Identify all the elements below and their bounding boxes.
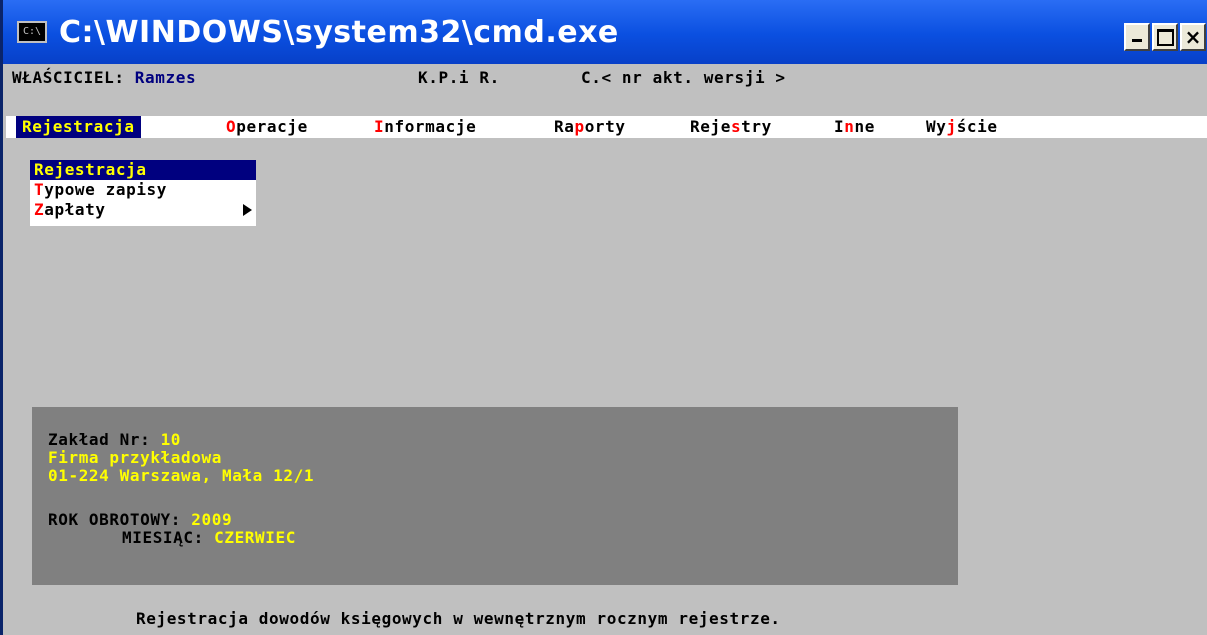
hotkey: Z [34, 200, 45, 219]
submenu-rejestracja: Rejestracja Typowe zapisy Zapłaty [30, 160, 256, 226]
firm-name: Firma przykładowa [48, 448, 222, 467]
hotkey: s [730, 117, 742, 136]
month-line: MIESIĄC: CZERWIEC [122, 528, 296, 547]
year-label: ROK OBROTOWY: [48, 510, 192, 529]
owner-value: Ramzes [134, 68, 197, 87]
menu-label-pre: I [834, 117, 845, 136]
hotkey: p [574, 117, 585, 136]
menu-label: peracje [236, 117, 308, 136]
title-bar[interactable]: C:\ C:\WINDOWS\system32\cmd.exe × [3, 0, 1207, 64]
menu-rejestry[interactable]: Rejestry [690, 116, 772, 138]
window-controls: × [1124, 23, 1206, 51]
zaklad-value: 10 [160, 430, 182, 449]
console-window: C:\ C:\WINDOWS\system32\cmd.exe × WŁAŚCI… [0, 0, 1207, 635]
zaklad-label: Zakład Nr: [48, 430, 161, 449]
app-name: K.P.i R. [418, 68, 500, 87]
minimize-icon [1132, 38, 1142, 42]
hotkey: R [34, 160, 45, 179]
submenu-arrow-icon [243, 204, 252, 216]
submenu-item-typowe-zapisy[interactable]: Typowe zapisy [30, 180, 256, 200]
year-line: ROK OBROTOWY: 2009 [48, 510, 232, 529]
menu-label: try [741, 117, 772, 136]
submenu-label: ejestracja [44, 160, 147, 179]
hotkey: O [226, 117, 237, 136]
status-text: Rejestracja dowodów księgowych w wewnętr… [136, 609, 781, 628]
menu-wyjscie[interactable]: Wyjście [926, 116, 998, 138]
month-label: MIESIĄC: [122, 528, 215, 547]
menu-label: ne [854, 117, 875, 136]
submenu-item-rejestracja[interactable]: Rejestracja [30, 160, 256, 180]
menu-operacje[interactable]: Operacje [226, 116, 308, 138]
owner-line: WŁAŚCICIEL: Ramzes [12, 68, 196, 87]
zaklad-line: Zakład Nr: 10 [48, 430, 181, 449]
maximize-button[interactable] [1152, 23, 1178, 51]
submenu-label: apłaty [44, 200, 106, 219]
close-icon: × [1184, 25, 1202, 49]
hotkey: I [374, 117, 385, 136]
year-value: 2009 [191, 510, 233, 529]
console-app-icon[interactable]: C:\ [17, 21, 47, 43]
menu-raporty[interactable]: Raporty [554, 116, 626, 138]
menu-label: ejestracja [32, 117, 135, 136]
company-info-panel: Zakład Nr: 10 Firma przykładowa 01-224 W… [32, 407, 958, 585]
main-menu-bar: Rejestracja Operacje Informacje Raporty … [6, 116, 1207, 138]
menu-label-pre: Ra [554, 117, 575, 136]
maximize-icon [1156, 28, 1174, 46]
console-area: WŁAŚCICIEL: Ramzes K.P.i R. C.< nr akt. … [6, 64, 1207, 635]
firm-address: 01-224 Warszawa, Mała 12/1 [48, 466, 315, 485]
submenu-item-zaplaty[interactable]: Zapłaty [30, 200, 256, 220]
menu-rejestracja[interactable]: Rejestracja [16, 116, 141, 138]
close-button[interactable]: × [1180, 23, 1206, 51]
window-title: C:\WINDOWS\system32\cmd.exe [59, 14, 619, 50]
menu-label: orty [584, 117, 626, 136]
menu-informacje[interactable]: Informacje [374, 116, 476, 138]
menu-label-pre: Reje [690, 117, 731, 136]
hotkey: R [22, 117, 33, 136]
menu-label-pre: Wy [926, 117, 947, 136]
hotkey: n [844, 117, 855, 136]
menu-label: nformacje [384, 117, 477, 136]
submenu-label: ypowe zapisy [44, 180, 168, 199]
menu-label: ście [956, 117, 998, 136]
month-value: CZERWIEC [214, 528, 296, 547]
owner-label: WŁAŚCICIEL: [12, 68, 135, 87]
hotkey: T [34, 180, 45, 199]
menu-inne[interactable]: Inne [834, 116, 875, 138]
minimize-button[interactable] [1124, 23, 1150, 51]
version-info: C.< nr akt. wersji > [581, 68, 786, 87]
hotkey: j [946, 117, 957, 136]
